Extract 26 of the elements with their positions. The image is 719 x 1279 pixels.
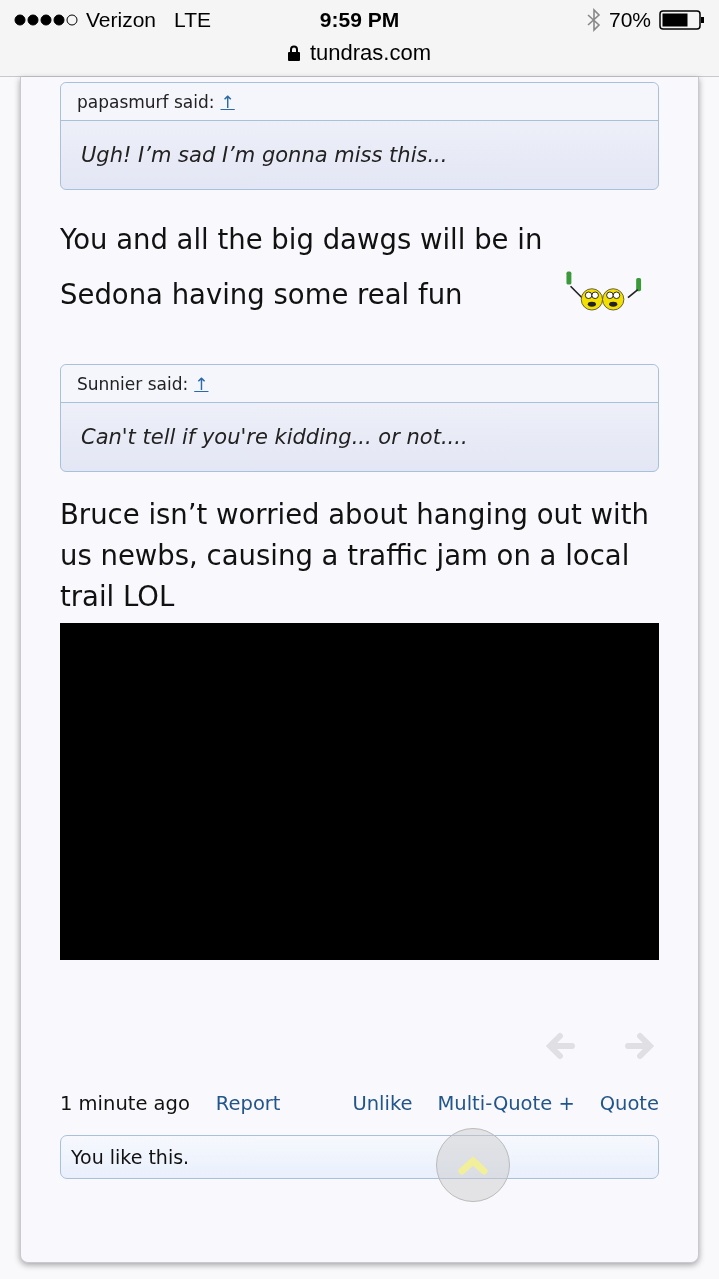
quote-text: Ugh! I’m sad I’m gonna miss this... bbox=[80, 142, 449, 169]
previous-arrow-icon[interactable] bbox=[545, 1032, 575, 1060]
action-link[interactable]: Multi-Quote + bbox=[437, 1092, 575, 1115]
url-domain[interactable]: tundras.com bbox=[309, 40, 432, 66]
action-link[interactable]: Unlike bbox=[352, 1092, 413, 1115]
battery-icon bbox=[659, 10, 705, 30]
battery-percent: 70% bbox=[608, 8, 651, 32]
lock-icon bbox=[287, 45, 300, 61]
clock-time: 9:59 PM bbox=[319, 8, 400, 32]
action-link[interactable]: Report bbox=[215, 1092, 281, 1115]
quote-author: papasmurf said: bbox=[77, 92, 215, 112]
post-text: You and all the big dawgs will be in Sedona having some real fun bbox=[60, 222, 544, 312]
network-type: LTE bbox=[174, 8, 211, 32]
quote-link[interactable]: ↑ bbox=[194, 374, 209, 394]
next-arrow-icon[interactable] bbox=[625, 1032, 655, 1060]
quote-link[interactable]: ↑ bbox=[220, 92, 235, 112]
quote-author: Sunnier said: bbox=[77, 374, 189, 394]
bluetooth-icon bbox=[586, 8, 601, 32]
quote-text: Can't tell if you're kidding... or not.... bbox=[80, 424, 469, 451]
post-text: Bruce isn’t worried about hanging out with us newbs, causing a traffic jam on a local trail LOL bbox=[60, 497, 650, 614]
likes-summary: You like this. bbox=[60, 1135, 659, 1179]
action-link[interactable]: Quote bbox=[599, 1092, 659, 1115]
carrier-name: Verizon bbox=[86, 8, 157, 32]
chevron-up-icon bbox=[458, 1155, 488, 1175]
post-time: 1 minute ago bbox=[60, 1092, 190, 1115]
signal-icon bbox=[14, 13, 78, 27]
